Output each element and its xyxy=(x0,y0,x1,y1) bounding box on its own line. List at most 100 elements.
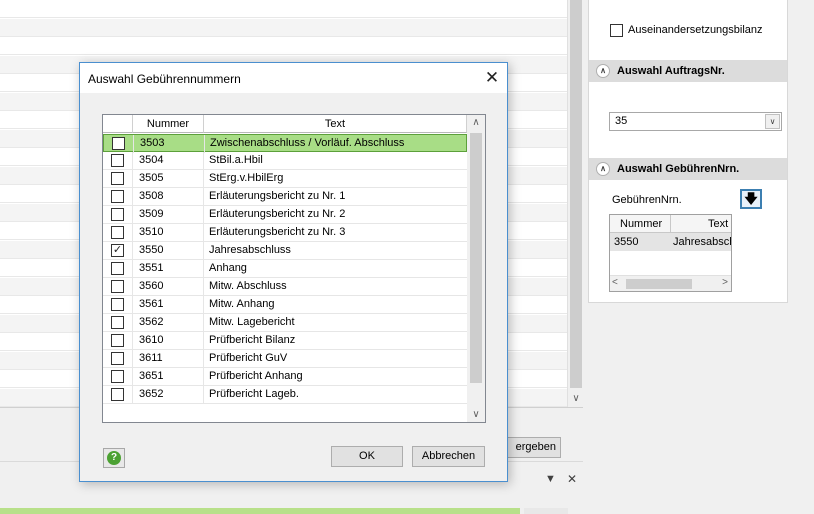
table-row[interactable]: ✓ 3550 Jahresabschluss xyxy=(103,242,467,260)
table-row[interactable]: 3610 Prüfbericht Bilanz xyxy=(103,332,467,350)
table-row[interactable]: 3560 Mitw. Abschluss xyxy=(103,278,467,296)
background-row-tail xyxy=(524,508,568,514)
row-checkbox[interactable] xyxy=(111,370,124,383)
row-checkbox[interactable] xyxy=(111,154,124,167)
mini-col-text[interactable]: Text xyxy=(671,215,731,233)
row-checkbox[interactable] xyxy=(111,352,124,365)
row-text: Prüfbericht Bilanz xyxy=(209,334,296,346)
row-checkbox[interactable] xyxy=(111,298,124,311)
scrollbar-thumb[interactable] xyxy=(626,279,692,289)
column-divider xyxy=(132,188,133,206)
section-gebuehren-header[interactable]: ∧ Auswahl GebührenNrn. xyxy=(589,158,787,180)
table-row[interactable]: 3561 Mitw. Anhang xyxy=(103,296,467,314)
download-icon[interactable]: 🡇 xyxy=(740,189,762,209)
column-divider xyxy=(132,242,133,260)
table-row[interactable]: 3562 Mitw. Lagebericht xyxy=(103,314,467,332)
column-divider xyxy=(203,188,204,206)
row-checkbox[interactable] xyxy=(111,226,124,239)
auftrag-select-value: 35 xyxy=(615,115,628,127)
col-checkbox-header[interactable] xyxy=(103,115,133,133)
background-row xyxy=(0,18,567,37)
table-row[interactable]: 3611 Prüfbericht GuV xyxy=(103,350,467,368)
column-divider xyxy=(203,224,204,242)
scrollbar-thumb[interactable] xyxy=(470,133,482,383)
row-text: Mitw. Abschluss xyxy=(209,280,287,292)
row-checkbox[interactable] xyxy=(111,280,124,293)
scroll-left-icon[interactable]: < xyxy=(612,277,618,288)
column-divider xyxy=(203,368,204,386)
collapse-icon[interactable]: ∧ xyxy=(596,64,610,78)
row-text: Mitw. Lagebericht xyxy=(209,316,295,328)
col-text-header[interactable]: Text xyxy=(204,115,467,133)
mini-row-nummer: 3550 xyxy=(614,236,639,248)
scroll-right-icon[interactable]: > xyxy=(722,277,728,288)
row-checkbox[interactable] xyxy=(111,172,124,185)
row-checkbox[interactable] xyxy=(111,190,124,203)
table-row[interactable]: 3652 Prüfbericht Lageb. xyxy=(103,386,467,404)
gebuehren-mini-grid: Nummer Text 3550 Jahresabschluss < > xyxy=(609,214,732,292)
row-checkbox[interactable] xyxy=(111,208,124,221)
mini-horizontal-scrollbar[interactable]: < > xyxy=(610,275,731,291)
mini-col-nummer[interactable]: Nummer xyxy=(610,215,671,233)
row-nummer: 3509 xyxy=(139,208,164,220)
column-divider xyxy=(203,170,204,188)
table-row[interactable]: 3505 StErg.v.HbilErg xyxy=(103,170,467,188)
section-auftrag-title: Auswahl AuftragsNr. xyxy=(617,65,725,77)
vergeben-button[interactable]: ergeben xyxy=(499,437,561,458)
scroll-up-icon[interactable]: ∧ xyxy=(467,117,485,128)
gebuehren-dialog: Auswahl Gebührennummern ✕ Nummer Text 35… xyxy=(79,62,508,482)
scrollbar-thumb[interactable] xyxy=(570,0,582,388)
dialog-title: Auswahl Gebührennummern xyxy=(88,72,241,86)
column-divider xyxy=(203,242,204,260)
collapse-icon[interactable]: ∧ xyxy=(596,162,610,176)
table-row[interactable]: 3550 Jahresabschluss xyxy=(610,233,731,251)
background-vertical-scrollbar[interactable]: ∨ xyxy=(567,0,583,407)
table-row[interactable]: 3504 StBil.a.Hbil xyxy=(103,152,467,170)
chevron-down-icon[interactable]: ∨ xyxy=(765,114,780,129)
close-icon[interactable]: ✕ xyxy=(478,67,506,89)
col-nummer-header[interactable]: Nummer xyxy=(133,115,204,133)
pin-icon[interactable]: ▼ xyxy=(545,473,556,485)
row-nummer: 3611 xyxy=(139,352,163,364)
row-checkbox[interactable] xyxy=(111,262,124,275)
ok-button[interactable]: OK xyxy=(331,446,403,467)
table-row[interactable]: 3651 Prüfbericht Anhang xyxy=(103,368,467,386)
table-row[interactable]: 3503 Zwischenabschluss / Vorläuf. Abschlu… xyxy=(103,134,467,153)
close-icon[interactable]: ✕ xyxy=(567,473,577,485)
column-divider xyxy=(203,314,204,332)
scroll-down-icon[interactable]: ∨ xyxy=(568,391,584,407)
row-text: Erläuterungsbericht zu Nr. 1 xyxy=(209,190,346,202)
scroll-down-icon[interactable]: ∨ xyxy=(467,409,485,420)
column-divider xyxy=(203,278,204,296)
row-checkbox[interactable] xyxy=(111,388,124,401)
row-checkbox[interactable] xyxy=(111,316,124,329)
row-nummer: 3503 xyxy=(140,137,165,149)
row-text: Anhang xyxy=(209,262,247,274)
column-divider xyxy=(132,368,133,386)
column-divider xyxy=(203,206,204,224)
row-checkbox[interactable] xyxy=(112,137,125,150)
auseinandersetzungsbilanz-checkbox[interactable] xyxy=(610,24,623,37)
cancel-button[interactable]: Abbrechen xyxy=(412,446,485,467)
row-checkbox[interactable] xyxy=(111,334,124,347)
row-text: Erläuterungsbericht zu Nr. 2 xyxy=(209,208,346,220)
section-auftrag-header[interactable]: ∧ Auswahl AuftragsNr. xyxy=(589,60,787,82)
section-gebuehren-title: Auswahl GebührenNrn. xyxy=(617,163,740,175)
table-row[interactable]: 3508 Erläuterungsbericht zu Nr. 1 xyxy=(103,188,467,206)
row-nummer: 3504 xyxy=(139,154,164,166)
dialog-titlebar[interactable]: Auswahl Gebührennummern ✕ xyxy=(80,63,507,93)
table-row[interactable]: 3551 Anhang xyxy=(103,260,467,278)
row-nummer: 3551 xyxy=(139,262,164,274)
grid-vertical-scrollbar[interactable]: ∧ ∨ xyxy=(467,115,485,422)
column-divider xyxy=(204,135,205,153)
row-nummer: 3560 xyxy=(139,280,164,292)
row-nummer: 3508 xyxy=(139,190,164,202)
column-divider xyxy=(132,296,133,314)
column-divider xyxy=(132,224,133,242)
auftrag-select[interactable]: 35 ∨ xyxy=(609,112,782,131)
row-checkbox[interactable]: ✓ xyxy=(111,244,124,257)
table-row[interactable]: 3509 Erläuterungsbericht zu Nr. 2 xyxy=(103,206,467,224)
column-divider xyxy=(132,260,133,278)
help-button[interactable]: ? xyxy=(103,448,125,468)
table-row[interactable]: 3510 Erläuterungsbericht zu Nr. 3 xyxy=(103,224,467,242)
